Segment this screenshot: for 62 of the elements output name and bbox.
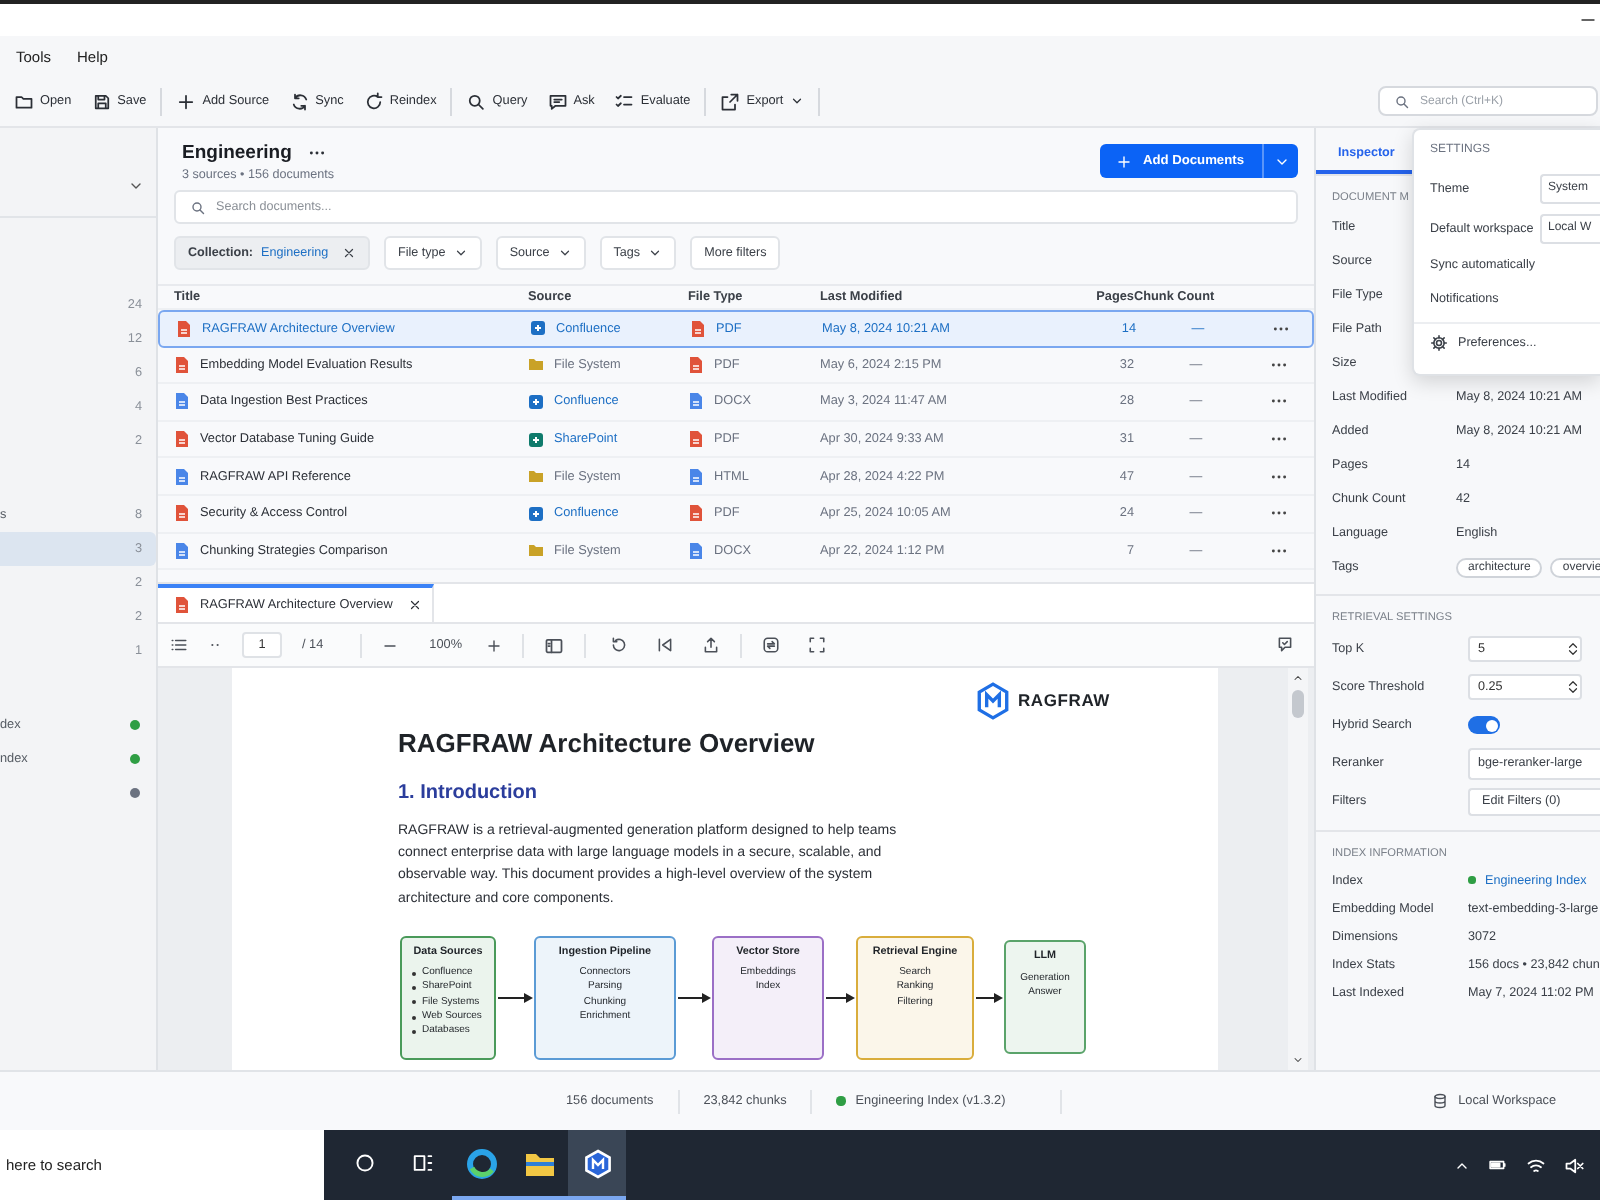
list-icon[interactable]	[170, 636, 188, 654]
flow-arrow	[496, 991, 534, 1004]
sync-icon	[289, 91, 310, 111]
scrollbar[interactable]	[1288, 668, 1308, 1070]
document-icon	[174, 467, 190, 486]
rotate-icon[interactable]	[610, 636, 629, 654]
speaker-muted-icon[interactable]	[1564, 1155, 1584, 1175]
export-icon	[720, 91, 741, 111]
spinner-arrows-icon[interactable]	[1566, 640, 1580, 658]
folder-icon	[14, 91, 34, 111]
battery-icon[interactable]	[1488, 1156, 1508, 1174]
close-icon[interactable]	[342, 246, 356, 260]
caret-icon	[557, 246, 572, 260]
logo-icon	[975, 681, 1010, 719]
sidebar-icon[interactable]	[544, 635, 565, 655]
circle-icon[interactable]	[354, 1152, 376, 1174]
document-icon	[174, 596, 190, 614]
document-icon	[174, 541, 190, 560]
plus-icon	[1116, 153, 1133, 169]
document-title: RAGFRAW Architecture Overview	[398, 728, 817, 760]
flow-arrow	[676, 991, 712, 1004]
scrollbar-thumb[interactable]	[1292, 690, 1304, 718]
collection-title: Engineering	[182, 142, 292, 164]
document-icon	[174, 430, 190, 449]
share-icon[interactable]	[702, 636, 721, 654]
document-icon	[174, 355, 190, 374]
refresh-icon	[363, 91, 384, 111]
browser-icon	[465, 1147, 497, 1179]
flow-arrow	[824, 991, 856, 1004]
document-icon	[174, 504, 190, 523]
swap-icon[interactable]	[762, 636, 781, 654]
scroll-down-icon[interactable]	[1292, 1054, 1304, 1066]
document-icon	[174, 392, 190, 411]
chat-icon	[547, 91, 568, 111]
scroll-up-icon[interactable]	[1292, 672, 1304, 684]
checklist-icon	[614, 91, 635, 111]
database-icon	[1432, 1092, 1449, 1110]
caret-icon	[648, 246, 663, 260]
zoom-in-icon[interactable]	[486, 637, 503, 653]
toggle-switch[interactable]	[1468, 716, 1500, 734]
save-icon	[91, 91, 112, 111]
document-icon	[176, 319, 192, 338]
task-view-icon[interactable]	[412, 1152, 434, 1174]
spinner-arrows-icon[interactable]	[1566, 678, 1580, 696]
chevron-down-icon[interactable]	[128, 178, 144, 194]
search-icon	[1394, 93, 1410, 109]
gear-icon[interactable]	[1430, 334, 1448, 352]
close-icon[interactable]	[408, 598, 422, 612]
caret-icon[interactable]	[789, 94, 804, 108]
wifi-icon[interactable]	[1526, 1155, 1546, 1175]
flow-arrow	[974, 991, 1004, 1004]
search-icon	[466, 91, 487, 111]
search-icon	[190, 199, 206, 215]
fullscreen-icon[interactable]	[808, 636, 827, 654]
brand-name: RAGFRAW	[1017, 690, 1110, 710]
plus-icon	[176, 91, 197, 111]
taskbar-app[interactable]	[568, 1130, 626, 1200]
comment-icon[interactable]	[1276, 636, 1294, 654]
caret-icon	[453, 246, 468, 260]
section-heading: 1. Introduction	[398, 780, 539, 806]
skip-icon[interactable]	[656, 636, 675, 654]
hexagon-icon	[581, 1147, 613, 1179]
